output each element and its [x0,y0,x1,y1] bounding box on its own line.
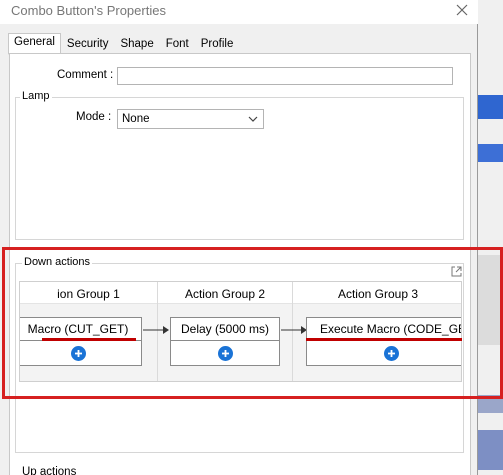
arrow-right-icon [143,326,169,334]
tab-strip: General Security Shape Font Profile [8,33,240,55]
add-action-group-3-button[interactable] [306,341,461,366]
tab-general[interactable]: General [8,33,61,55]
add-action-group-2-button[interactable] [170,341,280,366]
dialog-title: Combo Button's Properties [11,3,166,18]
comment-input[interactable] [117,67,453,85]
background-app-strip [478,0,503,475]
properties-dialog: Combo Button's Properties General Securi… [0,0,478,475]
action-delay-5000[interactable]: Delay (5000 ms) [170,317,280,341]
add-action-group-1-button[interactable] [20,341,142,366]
mode-select[interactable]: None [117,109,264,129]
mode-label: Mode : [76,111,112,123]
tab-profile[interactable]: Profile [195,33,240,54]
lamp-group-title: Lamp [20,90,52,102]
action-sequence-area: ion Group 1 Action Group 2 Action Group … [19,281,462,382]
up-actions-title: Up actions [22,466,77,475]
tab-shape[interactable]: Shape [114,33,159,54]
tab-security[interactable]: Security [61,33,115,54]
mode-select-value: None [122,113,150,125]
comment-label: Comment : [57,69,114,81]
plus-icon [383,345,399,361]
title-bar: Combo Button's Properties [0,0,478,24]
action-group-1-header: ion Group 1 [20,282,157,304]
arrow-right-icon [281,326,307,334]
action-group-2-header: Action Group 2 [158,282,292,304]
down-actions-title: Down actions [22,256,93,268]
chevron-down-icon [248,116,258,122]
annotation-underline [42,338,136,341]
annotation-underline [306,338,462,341]
tab-font[interactable]: Font [160,33,195,54]
action-group-3-header: Action Group 3 [293,282,461,304]
close-icon [456,4,468,16]
popout-icon[interactable] [451,266,462,277]
close-button[interactable] [450,0,474,20]
plus-icon [70,345,86,361]
plus-icon [217,345,233,361]
